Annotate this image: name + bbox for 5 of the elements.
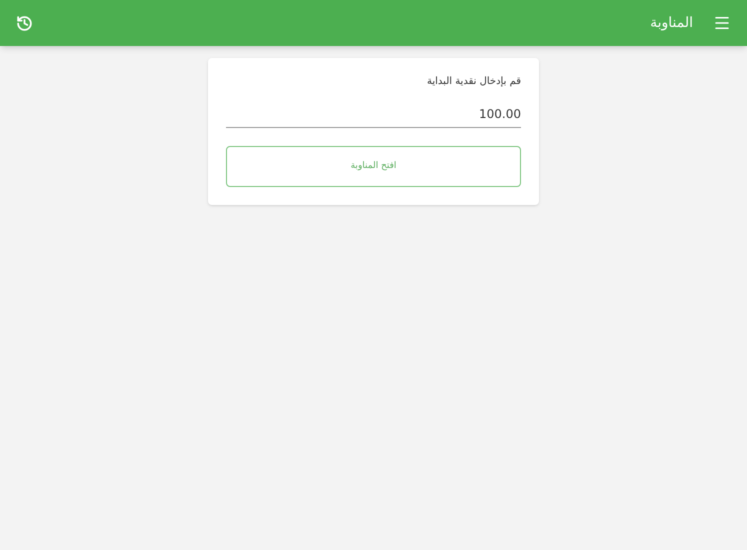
field-label: قم بإدخال نقدية البداية [426, 75, 521, 89]
history-icon[interactable] [16, 14, 33, 32]
amount-field[interactable]: 100.00 [226, 105, 521, 128]
menu-icon[interactable] [713, 14, 731, 32]
app-title: المناوبة [650, 14, 693, 32]
